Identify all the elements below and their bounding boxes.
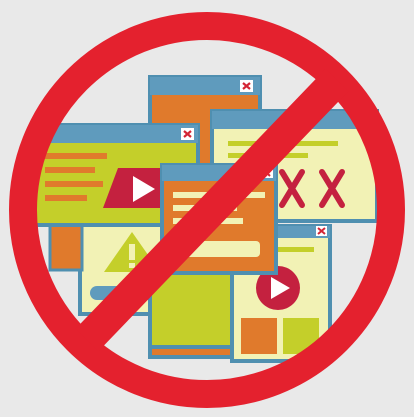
close-icon[interactable]: [240, 80, 253, 92]
close-icon[interactable]: [316, 226, 327, 236]
close-icon[interactable]: [181, 128, 194, 140]
no-popups-illustration: [0, 0, 414, 417]
illustration-canvas: [9, 12, 405, 408]
